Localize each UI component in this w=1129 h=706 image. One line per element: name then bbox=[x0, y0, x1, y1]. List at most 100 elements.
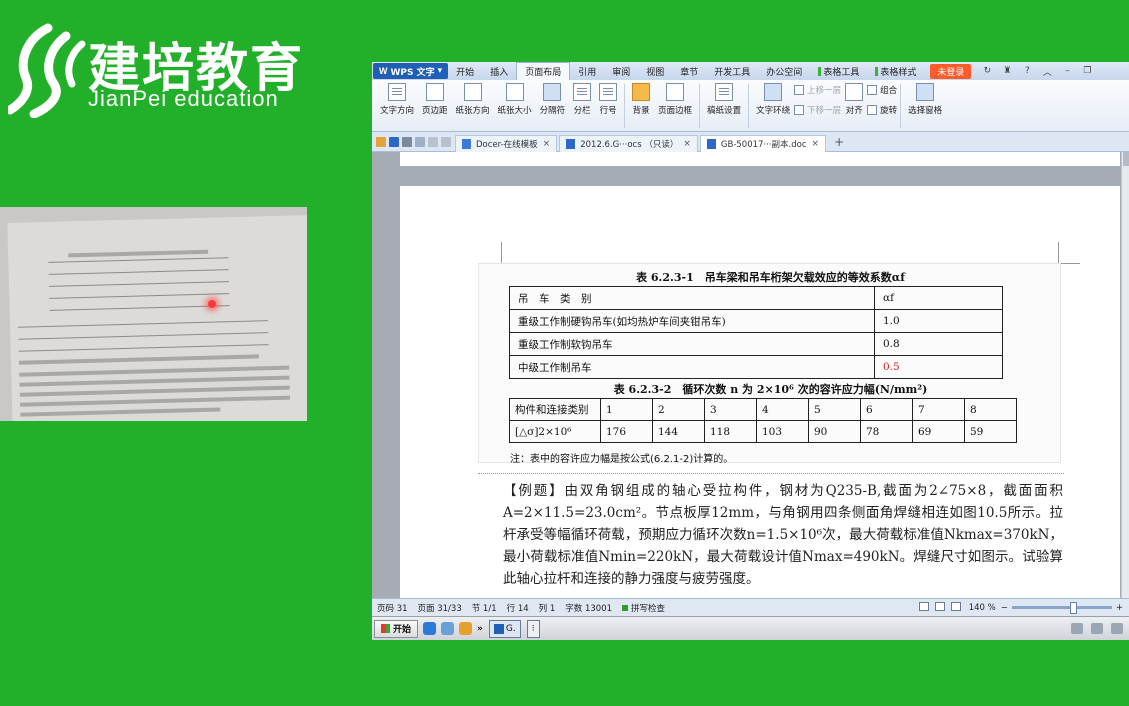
margin-corner-mark bbox=[1058, 242, 1080, 264]
web-view-icon[interactable] bbox=[948, 601, 964, 614]
collapse-ribbon-icon[interactable]: ︿ bbox=[1040, 64, 1054, 78]
document-area: 表 6.2.3-1 吊车梁和吊车桁架欠载效应的等效系数αf 吊 车 类 别 αf… bbox=[372, 152, 1129, 598]
tab-marker-icon bbox=[875, 66, 879, 76]
zoom-slider[interactable] bbox=[1011, 602, 1112, 614]
table-cell: 重级工作制硬钩吊车(如均热炉车间夹钳吊车) bbox=[509, 309, 875, 333]
table-cell: 5 bbox=[808, 398, 861, 421]
close-icon[interactable]: × bbox=[812, 139, 820, 149]
bring-forward-button[interactable]: 上移一层 bbox=[794, 84, 841, 96]
separator-button[interactable]: 分隔符 bbox=[536, 80, 570, 116]
save-icon[interactable] bbox=[389, 136, 399, 147]
status-pages: 页面 31/33 bbox=[417, 603, 462, 614]
tab-table-style[interactable]: 表格样式 bbox=[867, 62, 924, 80]
orientation-label: 纸张方向 bbox=[455, 106, 490, 116]
help-icon[interactable]: ? bbox=[1020, 64, 1034, 78]
page-border-button[interactable]: 页面边框 bbox=[654, 80, 696, 116]
tab-section[interactable]: 章节 bbox=[672, 62, 706, 80]
margins-button[interactable]: 页边距 bbox=[418, 80, 452, 116]
refresh-icon[interactable]: ↻ bbox=[980, 64, 994, 78]
margins-label: 页边距 bbox=[422, 106, 448, 116]
tab-table-tools[interactable]: 表格工具 bbox=[810, 62, 867, 80]
line-number-button[interactable]: 行号 bbox=[595, 80, 621, 116]
background-label: 背景 bbox=[632, 106, 650, 116]
new-tab-button[interactable]: + bbox=[834, 135, 844, 149]
wps-app-label: WPS 文字 bbox=[390, 67, 435, 78]
text-direction-button[interactable]: 文字方向 bbox=[376, 80, 418, 116]
send-backward-button[interactable]: 下移一层 bbox=[794, 104, 841, 116]
rotate-label: 旋转 bbox=[880, 106, 898, 116]
selection-pane-button[interactable]: 选择窗格 bbox=[904, 80, 946, 116]
tray-volume-icon[interactable] bbox=[1111, 623, 1123, 634]
desktop-icon[interactable] bbox=[441, 622, 455, 635]
wps-app-menu-button[interactable]: W WPS 文字 ▾ bbox=[373, 63, 449, 79]
section-divider bbox=[478, 473, 1064, 474]
previous-page bbox=[400, 152, 1120, 166]
table-cell: 4 bbox=[756, 398, 809, 421]
minimize-icon[interactable]: – bbox=[1060, 64, 1074, 78]
restore-icon[interactable]: ❐ bbox=[1080, 64, 1094, 78]
tab-view[interactable]: 视图 bbox=[638, 62, 672, 80]
open-icon[interactable] bbox=[376, 136, 386, 147]
tab-developer[interactable]: 开发工具 bbox=[706, 62, 758, 80]
page-view-glyph bbox=[918, 601, 929, 611]
outline-view-icon[interactable] bbox=[932, 601, 948, 614]
doc-tab-label: Docer-在线模板 bbox=[476, 139, 538, 150]
close-icon[interactable]: × bbox=[543, 139, 551, 149]
columns-button[interactable]: 分栏 bbox=[569, 80, 595, 116]
undo-icon[interactable] bbox=[428, 136, 438, 147]
selection-pane-label: 选择窗格 bbox=[908, 106, 943, 116]
paper-setting-icon bbox=[715, 83, 734, 101]
skin-icon[interactable]: ♜ bbox=[1000, 64, 1014, 78]
vertical-scrollbar[interactable] bbox=[1121, 152, 1129, 598]
document-page[interactable]: 表 6.2.3-1 吊车梁和吊车桁架欠载效应的等效系数αf 吊 车 类 别 αf… bbox=[400, 186, 1120, 598]
quick-launch-more[interactable]: » bbox=[477, 624, 483, 634]
doc-tab-docer[interactable]: Docer-在线模板 × bbox=[455, 134, 558, 152]
table-cell: 2 bbox=[652, 398, 705, 421]
tab-references[interactable]: 引用 bbox=[570, 62, 604, 80]
print-icon[interactable] bbox=[402, 136, 412, 147]
zoom-out-icon[interactable]: − bbox=[1001, 603, 1008, 613]
doc-tab-readonly[interactable]: 2012.6.G···ocs （只读） × bbox=[559, 134, 698, 152]
preview-icon[interactable] bbox=[415, 136, 425, 147]
task-grip-icon: ⁝ bbox=[531, 623, 535, 634]
tab-home[interactable]: 开始 bbox=[448, 62, 482, 80]
group-button[interactable]: 组合 bbox=[867, 84, 897, 96]
example-paragraph[interactable]: 【例题】由双角钢组成的轴心受拉构件，钢材为Q235-B,截面为2∠75×8，截面… bbox=[503, 480, 1063, 590]
zoom-in-icon[interactable]: + bbox=[1116, 603, 1123, 613]
tab-page-layout[interactable]: 页面布局 bbox=[516, 62, 571, 80]
table-cell: 3 bbox=[704, 398, 757, 421]
rotate-icon bbox=[867, 105, 878, 115]
jianpei-logo-icon bbox=[8, 23, 86, 118]
table2-caption: 表 6.2.3-2 循环次数 n 为 2×10⁶ 次的容许应力幅(N/mm²) bbox=[613, 383, 928, 396]
table-cell: 重级工作制软钩吊车 bbox=[509, 332, 875, 356]
paper-setting-button[interactable]: 稿纸设置 bbox=[703, 80, 745, 116]
page-view-icon[interactable] bbox=[916, 601, 932, 614]
send-backward-label: 下移一层 bbox=[807, 106, 842, 116]
taskbar-wps-button[interactable]: G. bbox=[488, 619, 521, 638]
orientation-button[interactable]: 纸张方向 bbox=[452, 80, 494, 116]
ie-icon[interactable] bbox=[423, 622, 437, 635]
quick-access-toolbar bbox=[372, 136, 455, 147]
scrollbar-thumb[interactable] bbox=[1123, 152, 1129, 166]
status-words[interactable]: 字数 13001 bbox=[560, 602, 617, 614]
zoom-level[interactable]: 140 % bbox=[964, 603, 1001, 613]
tab-review[interactable]: 审阅 bbox=[604, 62, 638, 80]
redo-icon[interactable] bbox=[441, 136, 451, 147]
tab-office-space[interactable]: 办公空间 bbox=[758, 62, 810, 80]
background-button[interactable]: 背景 bbox=[628, 80, 654, 116]
wps-logo-icon: W bbox=[379, 66, 388, 76]
tray-keyboard-icon[interactable] bbox=[1071, 623, 1083, 634]
doc-tab-active[interactable]: GB-50017···副本.doc × bbox=[699, 134, 827, 152]
explorer-icon[interactable] bbox=[459, 622, 473, 635]
start-button[interactable]: 开始 bbox=[374, 619, 419, 638]
login-button[interactable]: 未登录 bbox=[930, 63, 972, 79]
text-wrap-button[interactable]: 文字环绕 bbox=[752, 80, 794, 116]
rotate-button[interactable]: 旋转 bbox=[867, 104, 897, 116]
tray-network-icon[interactable] bbox=[1091, 623, 1103, 634]
paper-size-button[interactable]: 纸张大小 bbox=[494, 80, 536, 116]
close-icon[interactable]: × bbox=[683, 139, 691, 149]
spell-check-toggle[interactable]: 拼写检查 bbox=[617, 602, 670, 614]
align-button[interactable]: 对齐 bbox=[841, 80, 867, 116]
taskbar-second-button[interactable]: ⁝ bbox=[526, 619, 540, 638]
tab-insert[interactable]: 插入 bbox=[482, 62, 516, 80]
